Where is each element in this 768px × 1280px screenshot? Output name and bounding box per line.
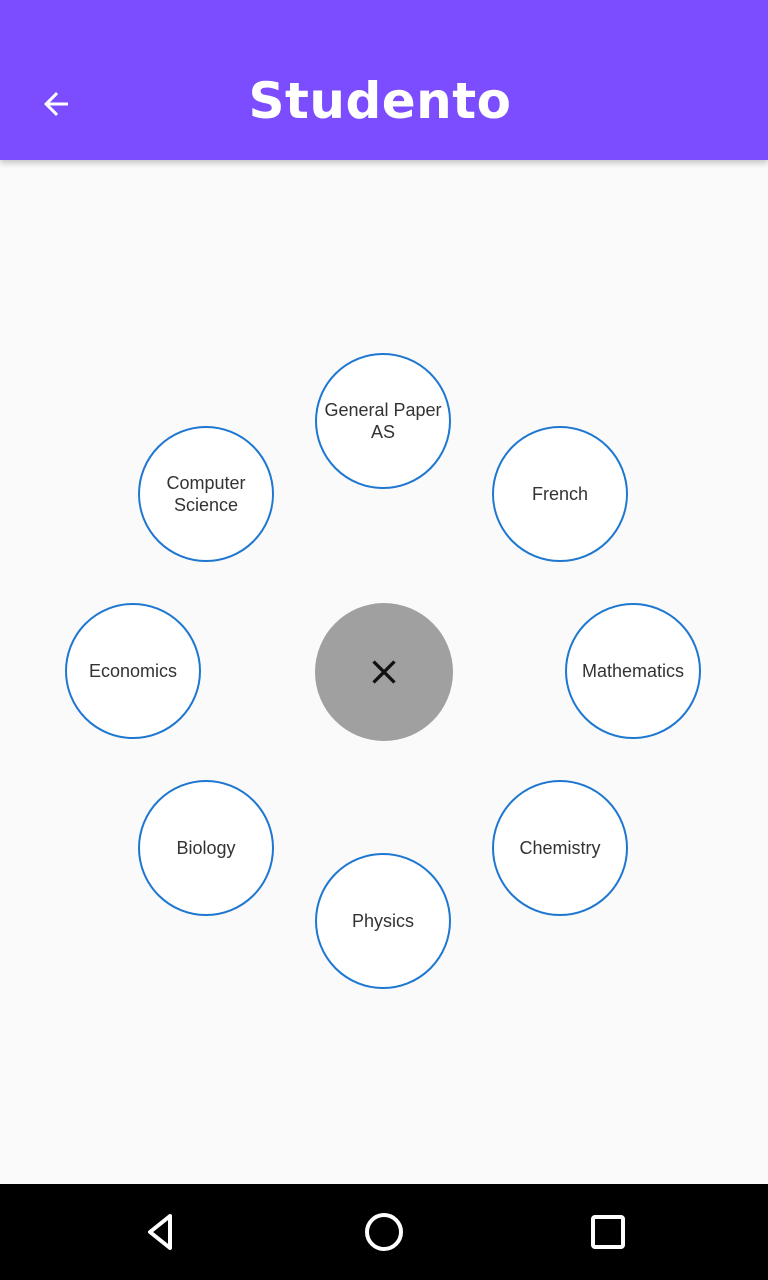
- subject-label: Physics: [351, 911, 414, 931]
- subject-mathematics[interactable]: Mathematics: [565, 603, 701, 739]
- subject-label: Chemistry: [519, 838, 601, 858]
- subject-label: Economics: [88, 661, 178, 681]
- square-recents-icon: [591, 1215, 625, 1249]
- system-recents-button[interactable]: [580, 1204, 636, 1260]
- subject-menu: General Paper AS French Mathematics Chem…: [0, 160, 768, 1184]
- circle-home-icon: [365, 1213, 403, 1251]
- subject-chemistry[interactable]: Chemistry: [492, 780, 628, 916]
- subject-computer-science[interactable]: Computer Science: [138, 426, 274, 562]
- system-navigation-bar: [0, 1184, 768, 1280]
- subject-label: Biology: [176, 838, 236, 858]
- subject-french[interactable]: French: [492, 426, 628, 562]
- subject-label: General Paper AS: [324, 400, 442, 442]
- app-screen: Studento General Paper AS French Mathema…: [0, 0, 768, 1280]
- subject-general-paper-as[interactable]: General Paper AS: [315, 353, 451, 489]
- subject-label: Mathematics: [581, 661, 685, 681]
- system-back-button[interactable]: [132, 1204, 188, 1260]
- subject-physics[interactable]: Physics: [315, 853, 451, 989]
- subject-biology[interactable]: Biology: [138, 780, 274, 916]
- app-bar: Studento: [0, 0, 768, 160]
- subject-economics[interactable]: Economics: [65, 603, 201, 739]
- subject-label: Computer Science: [166, 473, 246, 515]
- subject-label: French: [531, 484, 589, 504]
- close-menu-button[interactable]: [315, 603, 453, 741]
- triangle-back-icon: [148, 1214, 172, 1250]
- system-home-button[interactable]: [356, 1204, 412, 1260]
- close-icon: [372, 660, 396, 684]
- app-title: Studento: [248, 72, 512, 130]
